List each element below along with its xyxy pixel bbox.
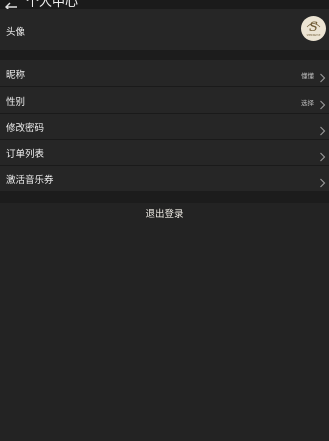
avatar-label: 头像: [6, 27, 26, 38]
section-gap: [0, 191, 329, 203]
settings-item-label: 昵称: [6, 70, 26, 81]
settings-item-change-password[interactable]: 修改密码: [0, 114, 329, 139]
logout-button[interactable]: 退出登录: [0, 204, 329, 226]
section-gap: [0, 50, 329, 60]
chevron-right-icon: [319, 68, 326, 83]
settings-item-nickname[interactable]: 昵称 懂懂: [0, 60, 329, 86]
settings-item-label: 订单列表: [6, 149, 45, 160]
svg-text:S: S: [309, 20, 318, 35]
chevron-right-icon: [319, 173, 326, 188]
chevron-right-icon: [319, 147, 326, 162]
page-title: 个人中心: [26, 0, 79, 9]
svg-text:SHIMINGYUE: SHIMINGYUE: [307, 34, 321, 37]
brand-logo-icon: S SHIMINGYUE: [307, 20, 321, 37]
settings-item-label: 修改密码: [6, 123, 45, 134]
settings-item-label: 激活音乐券: [6, 175, 54, 186]
settings-item-value: 选择: [301, 99, 314, 107]
settings-item-value: 懂懂: [301, 72, 314, 80]
settings-item-label: 性别: [6, 97, 26, 108]
chevron-right-icon: [319, 121, 326, 136]
profile-settings-screen: 个人中心 头像 S SHIMINGYUE 昵称 懂懂 性别 选择 修改密码 订单…: [0, 0, 329, 441]
top-nav-bar: 个人中心: [0, 0, 329, 9]
settings-item-gender[interactable]: 性别 选择: [0, 87, 329, 113]
chevron-right-icon: [319, 95, 326, 110]
settings-item-order-list[interactable]: 订单列表: [0, 140, 329, 165]
avatar-row[interactable]: 头像 S SHIMINGYUE: [0, 9, 329, 50]
avatar[interactable]: S SHIMINGYUE: [301, 16, 326, 41]
settings-item-activate-music-coupon[interactable]: 激活音乐券: [0, 166, 329, 191]
back-arrow-icon[interactable]: [4, 0, 18, 9]
